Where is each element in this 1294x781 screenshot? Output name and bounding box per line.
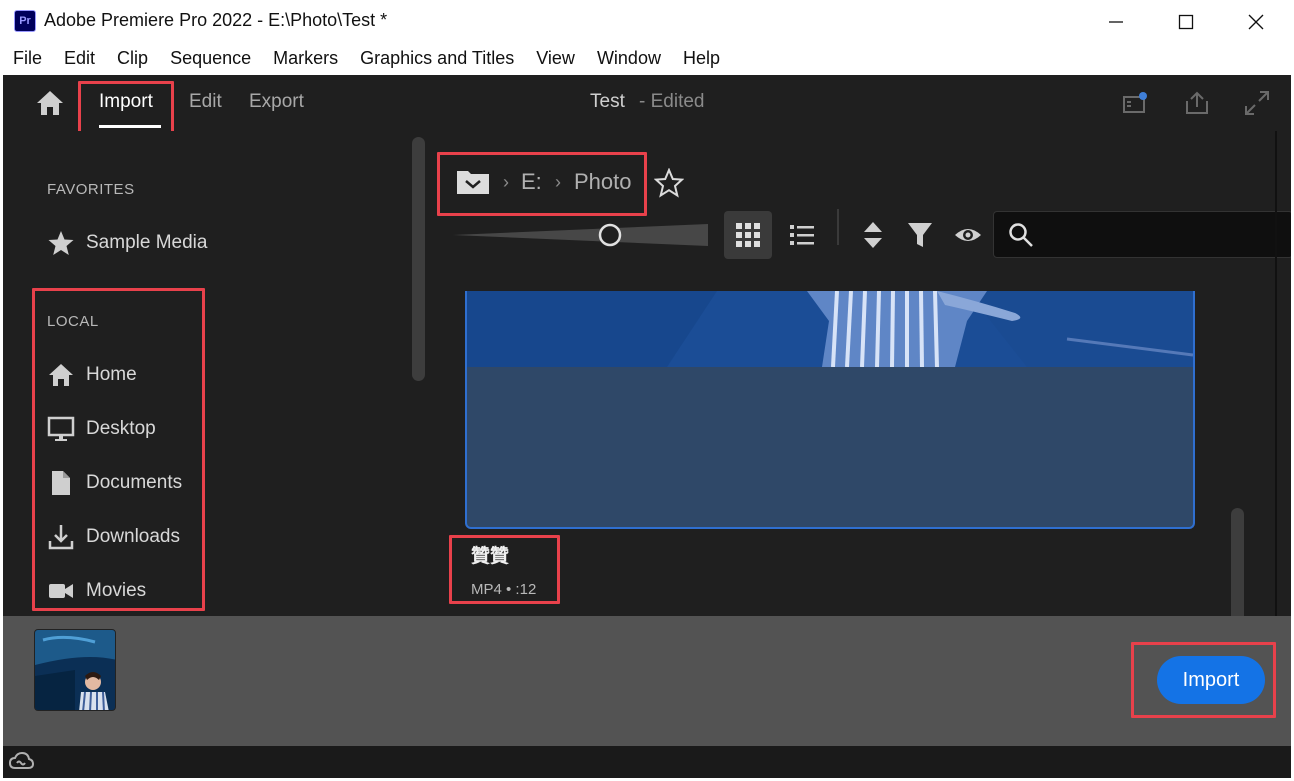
sidebar-item-label: Downloads <box>86 526 180 547</box>
maximize-button[interactable] <box>1156 0 1216 44</box>
sidebar-item-documents[interactable]: Documents <box>47 468 182 498</box>
list-view-button[interactable] <box>778 211 826 259</box>
home-icon <box>37 91 63 115</box>
breadcrumb-drive[interactable]: E: <box>521 169 542 195</box>
creative-cloud-button[interactable] <box>8 750 35 774</box>
sidebar-item-label: Desktop <box>86 418 156 439</box>
menu-view[interactable]: View <box>525 44 586 75</box>
sidebar-item-label: Sample Media <box>86 232 208 253</box>
home-button[interactable] <box>35 89 65 117</box>
local-heading: LOCAL <box>47 313 99 330</box>
media-thumbnail-image <box>467 291 1193 367</box>
menu-file[interactable]: File <box>2 44 53 75</box>
import-button[interactable]: Import <box>1157 656 1265 704</box>
sort-icon <box>864 222 882 248</box>
quick-export-button[interactable] <box>1121 89 1149 117</box>
tab-import[interactable]: Import <box>99 91 153 113</box>
sort-button[interactable] <box>858 219 888 251</box>
menu-sequence[interactable]: Sequence <box>159 44 262 75</box>
media-meta: MP4 • :12 <box>471 581 537 598</box>
status-bar <box>3 746 1291 778</box>
document-icon <box>52 471 70 495</box>
location-sidebar: FAVORITES Sample Media LOCAL Home Deskto… <box>3 131 428 616</box>
folder-icon <box>457 171 489 194</box>
menu-window[interactable]: Window <box>586 44 672 75</box>
sidebar-item-desktop[interactable]: Desktop <box>47 414 156 444</box>
creative-cloud-icon <box>8 751 35 769</box>
download-icon <box>48 525 74 550</box>
close-button[interactable] <box>1226 0 1286 44</box>
sidebar-item-label: Documents <box>86 472 183 493</box>
thumbnail-size-slider[interactable] <box>453 223 708 247</box>
folder-dropdown-button[interactable] <box>455 166 491 196</box>
project-status: - Edited <box>639 91 705 112</box>
home-icon <box>49 364 73 386</box>
sidebar-item-downloads[interactable]: Downloads <box>47 522 180 552</box>
media-title: 贊贊 <box>471 546 510 567</box>
breadcrumb-separator: › <box>555 172 561 192</box>
search-icon <box>1009 223 1033 247</box>
menu-edit[interactable]: Edit <box>53 44 106 75</box>
sidebar-item-movies[interactable]: Movies <box>47 576 146 606</box>
import-workspace: FAVORITES Sample Media LOCAL Home Deskto… <box>3 131 1291 616</box>
video-camera-icon <box>49 584 73 598</box>
sidebar-item-label: Home <box>86 364 137 385</box>
selected-media-thumbnail[interactable] <box>34 629 116 711</box>
grid-view-button[interactable] <box>724 211 772 259</box>
star-icon <box>48 231 74 255</box>
visibility-button[interactable] <box>953 219 983 251</box>
favorite-folder-button[interactable] <box>653 167 685 198</box>
minimize-button[interactable] <box>1086 0 1146 44</box>
app-header: Import Edit Export Test - Edited <box>3 75 1291 131</box>
menu-help[interactable]: Help <box>672 44 731 75</box>
close-icon <box>1248 14 1264 30</box>
grid-view-icon <box>736 223 760 247</box>
maximize-icon <box>1178 14 1194 30</box>
panel-edge <box>1275 131 1277 616</box>
monitor-icon <box>47 416 75 441</box>
sidebar-item-home[interactable]: Home <box>47 360 137 390</box>
minimize-icon <box>1109 21 1123 23</box>
menu-bar: File Edit Clip Sequence Markers Graphics… <box>0 44 1294 75</box>
media-thumbnail-card[interactable] <box>465 291 1195 529</box>
toolbar-divider <box>837 209 839 245</box>
sidebar-item-label: Movies <box>86 580 147 601</box>
menu-graphics-and-titles[interactable]: Graphics and Titles <box>349 44 525 75</box>
sidebar-item-sample-media[interactable]: Sample Media <box>47 228 207 258</box>
list-view-icon <box>790 225 814 245</box>
search-field[interactable] <box>993 211 1291 258</box>
sidebar-scrollbar[interactable] <box>412 137 425 381</box>
grid-scrollbar[interactable] <box>1231 508 1244 616</box>
premiere-logo-icon: Pr <box>14 10 36 32</box>
menu-clip[interactable]: Clip <box>106 44 159 75</box>
favorites-heading: FAVORITES <box>47 181 135 198</box>
media-browser: › E: › Photo 贊贊 MP4 •:12 <box>428 131 1291 616</box>
filter-icon <box>908 223 932 247</box>
window-title: Adobe Premiere Pro 2022 - E:\Photo\Test … <box>44 10 388 30</box>
filter-button[interactable] <box>905 219 935 251</box>
menu-markers[interactable]: Markers <box>262 44 349 75</box>
breadcrumb-folder[interactable]: Photo <box>574 169 632 195</box>
breadcrumb-separator: › <box>503 172 509 192</box>
tab-edit[interactable]: Edit <box>189 91 222 113</box>
eye-icon <box>955 229 981 241</box>
star-outline-icon <box>653 167 685 198</box>
search-input[interactable] <box>1042 218 1282 252</box>
active-tab-indicator <box>99 125 161 128</box>
window-title-bar: Pr Adobe Premiere Pro 2022 - E:\Photo\Te… <box>0 0 1294 44</box>
share-icon <box>1186 91 1208 114</box>
share-button[interactable] <box>1183 89 1211 117</box>
selection-tray: Import <box>3 616 1291 746</box>
fullscreen-button[interactable] <box>1243 89 1271 117</box>
project-name: Test <box>590 91 625 112</box>
quick-export-icon <box>1123 92 1147 113</box>
fullscreen-icon <box>1245 91 1269 115</box>
tab-export[interactable]: Export <box>249 91 304 113</box>
